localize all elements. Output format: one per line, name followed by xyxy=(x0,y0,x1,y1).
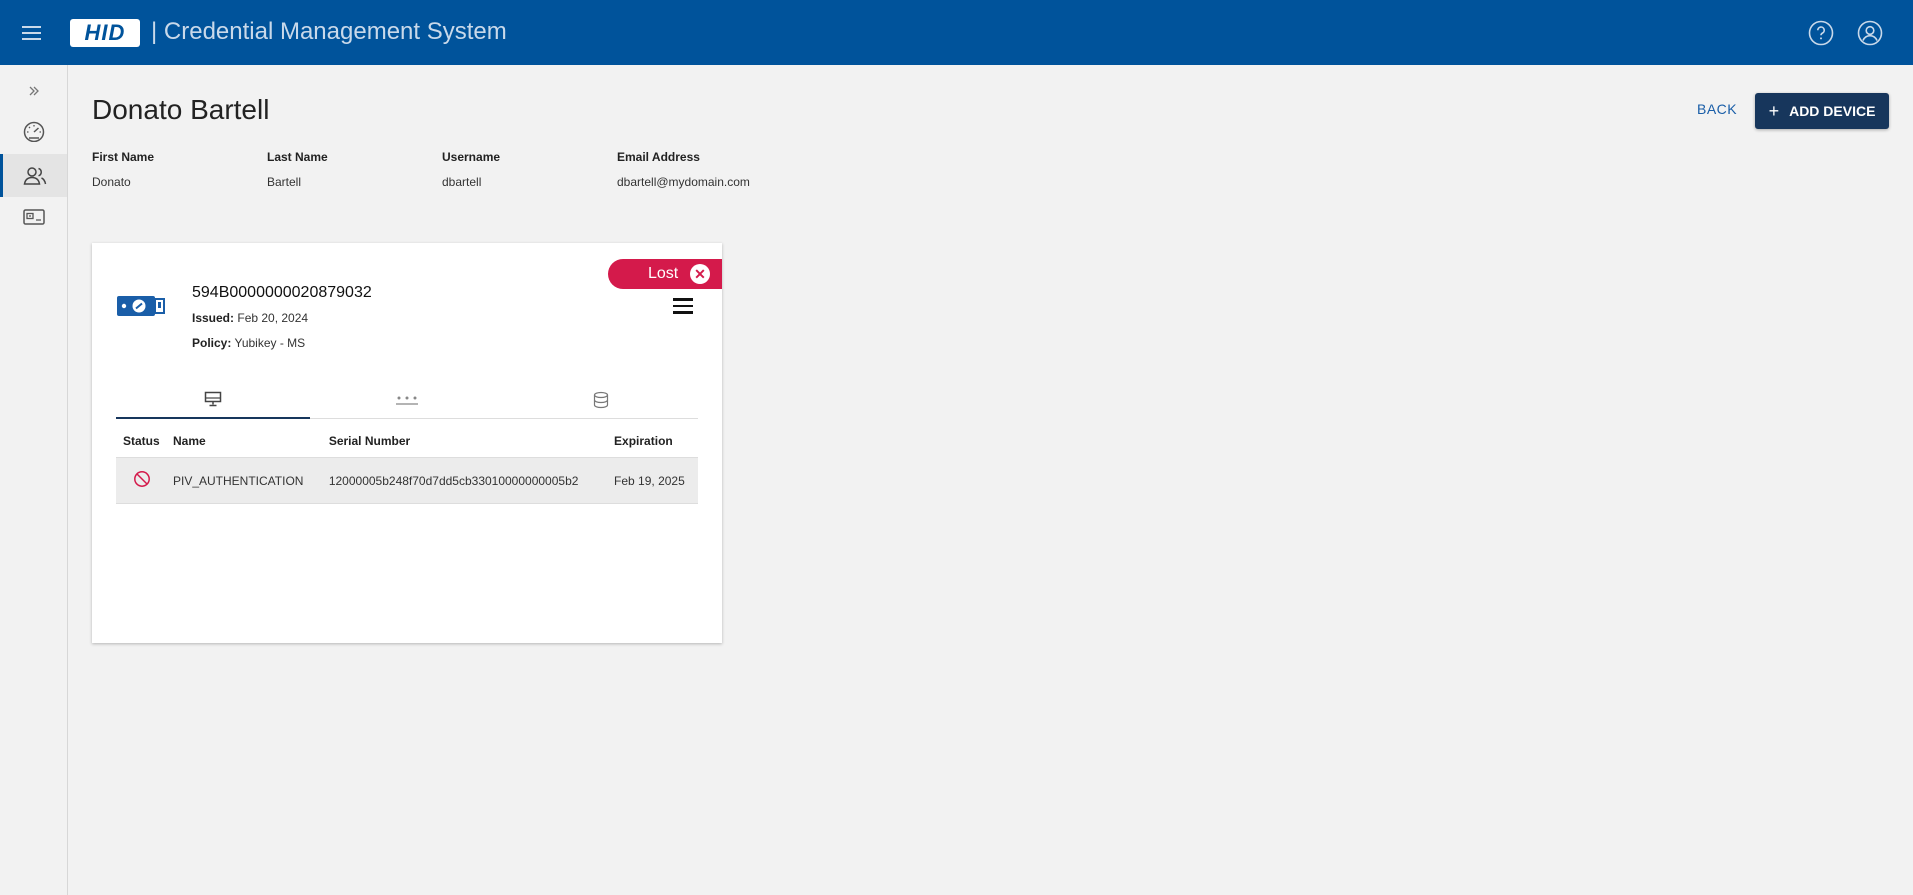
field-value: Bartell xyxy=(267,175,302,189)
tab-storage[interactable] xyxy=(504,381,698,418)
device-card: 594B0000000020879032 Issued: Feb 20, 202… xyxy=(92,243,722,643)
card-icon xyxy=(22,209,45,225)
policy-value: Yubikey - MS xyxy=(234,336,306,350)
top-app-bar: HID | Credential Management System xyxy=(0,0,1913,65)
back-button[interactable]: BACK xyxy=(1697,101,1737,117)
column-header-serial: Serial Number xyxy=(328,434,411,448)
device-policy: Policy: Yubikey - MS xyxy=(192,336,305,350)
users-icon xyxy=(23,166,47,185)
close-icon[interactable]: ✕ xyxy=(690,264,710,284)
field-value: dbartell@mydomain.com xyxy=(617,175,750,189)
username-field: Username dbartell xyxy=(442,150,500,189)
database-icon xyxy=(593,391,609,408)
email-field: Email Address dbartell@mydomain.com xyxy=(617,150,750,189)
field-label: First Name xyxy=(92,150,155,164)
credential-serial: 12000005b248f70d7dd5cb33010000000005b2 xyxy=(321,457,608,504)
password-icon xyxy=(396,396,418,405)
account-icon[interactable] xyxy=(1857,20,1883,46)
dashboard-icon xyxy=(23,121,44,142)
policy-label: Policy: xyxy=(192,336,232,350)
sidebar-item-dashboard[interactable] xyxy=(0,111,67,151)
status-badge-label: Lost xyxy=(648,265,679,282)
issued-label: Issued: xyxy=(192,311,235,325)
page-title: Donato Bartell xyxy=(92,94,270,125)
table-header-row: Status Name Serial Number Expiration xyxy=(116,423,698,458)
last-name-field: Last Name Bartell xyxy=(267,150,328,189)
device-menu-icon[interactable] xyxy=(673,298,695,316)
credentials-table: Status Name Serial Number Expiration PIV… xyxy=(116,423,698,504)
sidebar-expand-button[interactable] xyxy=(0,77,67,105)
sidebar-item-cards[interactable] xyxy=(0,197,67,237)
field-value: dbartell xyxy=(442,175,482,189)
monitor-icon xyxy=(204,391,222,407)
add-device-button[interactable]: + ADD DEVICE xyxy=(1755,93,1889,129)
side-navigation xyxy=(0,65,68,895)
plus-icon: + xyxy=(1768,100,1780,121)
credential-expiration: Feb 19, 2025 xyxy=(607,457,698,504)
lost-status-badge[interactable]: Lost ✕ xyxy=(608,259,722,289)
issued-value: Feb 20, 2024 xyxy=(237,311,309,325)
first-name-field: First Name Donato xyxy=(92,150,154,189)
usb-security-key-icon xyxy=(117,296,165,316)
add-device-label: ADD DEVICE xyxy=(1789,103,1876,119)
field-label: Email Address xyxy=(617,150,700,164)
help-icon[interactable] xyxy=(1808,20,1834,46)
hamburger-menu-icon[interactable] xyxy=(22,22,46,44)
tab-certificates[interactable] xyxy=(116,381,310,419)
app-title: | Credential Management System xyxy=(151,18,507,45)
column-header-name: Name xyxy=(173,434,206,448)
sidebar-item-users[interactable] xyxy=(0,154,67,197)
device-tabs xyxy=(116,381,698,419)
credential-name: PIV_AUTHENTICATION xyxy=(166,457,322,504)
tab-passwords[interactable] xyxy=(310,381,504,418)
device-issued: Issued: Feb 20, 2024 xyxy=(192,311,308,325)
table-row[interactable]: PIV_AUTHENTICATION 12000005b248f70d7dd5c… xyxy=(116,457,698,504)
column-header-status: Status xyxy=(123,434,160,448)
column-header-expiration: Expiration xyxy=(614,434,673,448)
field-label: Username xyxy=(442,150,501,164)
hid-logo: HID xyxy=(70,19,140,47)
device-serial: 594B0000000020879032 xyxy=(192,284,372,301)
field-value: Donato xyxy=(92,175,131,189)
field-label: Last Name xyxy=(267,150,328,164)
revoked-icon xyxy=(133,471,150,487)
status-cell xyxy=(116,457,166,504)
chevrons-right-icon xyxy=(29,86,39,96)
